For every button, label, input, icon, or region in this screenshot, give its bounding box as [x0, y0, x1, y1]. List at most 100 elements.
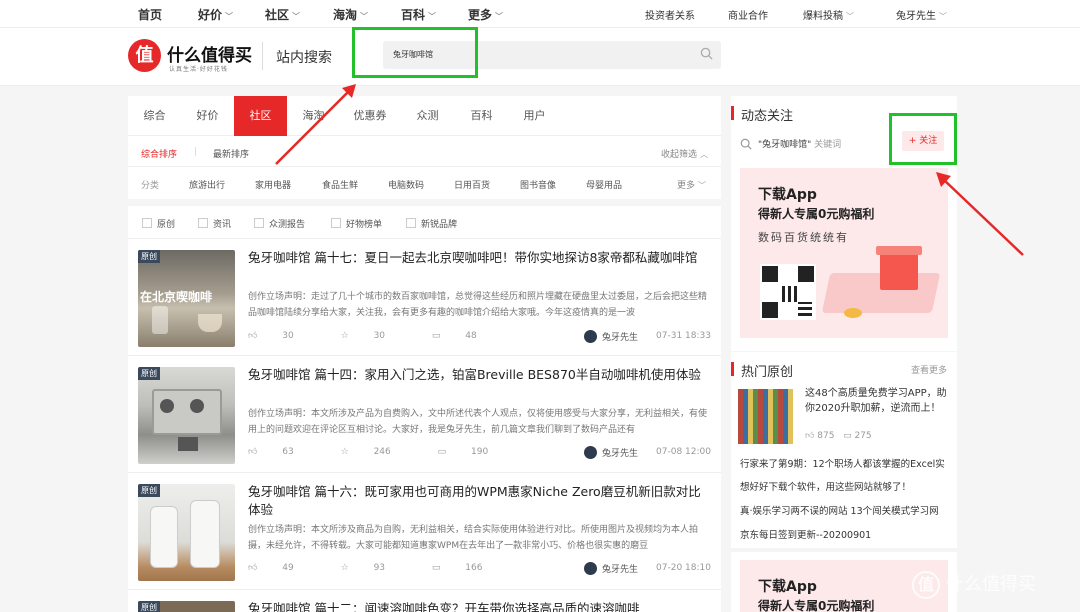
like-count: 63 — [282, 447, 294, 457]
nav-community[interactable]: 社区 ﹀ — [265, 6, 300, 23]
nav-user[interactable]: 兔牙先生 ﹀ — [896, 7, 947, 22]
filter-news[interactable]: 资讯 — [198, 217, 231, 230]
article-thumbnail[interactable]: 原创 — [138, 484, 235, 581]
comment-count: 48 — [465, 331, 477, 341]
category-travel[interactable]: 旅游出行 — [189, 178, 225, 191]
promo-line1: 下载App — [758, 187, 817, 203]
original-badge: 原创 — [138, 601, 160, 612]
thumbnail-caption: 在北京喫咖啡 — [140, 290, 213, 304]
filter-reviews[interactable]: 众测报告 — [254, 217, 305, 230]
tab-deals[interactable]: 好价 — [181, 96, 234, 136]
comment-stat[interactable]: ▭ 190 — [438, 447, 511, 457]
spacer — [128, 199, 721, 206]
category-daily[interactable]: 日用百货 — [454, 178, 490, 191]
cup-shape — [198, 314, 222, 332]
thumbs-up-icon: 👍︎ — [805, 431, 815, 441]
logo-text[interactable]: 什么值得买 — [167, 41, 252, 66]
tab-reviews[interactable]: 众测 — [400, 96, 455, 136]
article-thumbnail[interactable]: 原创 — [138, 601, 235, 612]
collapse-filter-label: 收起筛选 — [660, 150, 697, 160]
sort-latest[interactable]: 最新排序 — [213, 147, 249, 160]
filter-new-brands[interactable]: 新锐品牌 — [406, 217, 457, 230]
article-stats: 👍︎ 30 ☆ 30 ▭ 48 — [248, 331, 521, 341]
checkbox[interactable] — [406, 218, 416, 228]
nav-home[interactable]: 首页 — [138, 6, 162, 23]
article-date: 07-20 18:10 — [656, 563, 711, 573]
filter-original[interactable]: 原创 — [142, 217, 175, 230]
avatar[interactable] — [584, 446, 597, 459]
article-author[interactable]: 兔牙先生 — [584, 562, 638, 575]
hot-more-link[interactable]: 查看更多 — [911, 363, 947, 376]
filter-rankings[interactable]: 好物榜单 — [331, 217, 382, 230]
logo-icon[interactable]: 值 — [128, 39, 161, 72]
like-stat[interactable]: 👍︎ 30 — [248, 331, 316, 341]
category-row: 分类 旅游出行 家用电器 食品生鲜 电脑数码 日用百货 图书音像 母婴用品 更多… — [128, 168, 721, 199]
nav-more[interactable]: 更多 ﹀ — [468, 6, 503, 23]
star-stat[interactable]: ☆ 246 — [341, 447, 413, 457]
chevron-down-icon: ﹀ — [292, 12, 301, 21]
article-title[interactable]: 兔牙咖啡馆 篇十四：家用入门之选，铂富Breville BES870半自动咖啡机… — [248, 366, 708, 384]
article-title[interactable]: 兔牙咖啡馆 篇十二：闻速溶咖啡色变？开车带你选择高品质的速溶咖啡 — [248, 600, 708, 612]
follow-keyword: "兔牙咖啡馆" 关键词 — [740, 137, 841, 150]
article-item[interactable]: 原创 兔牙咖啡馆 篇十二：闻速溶咖啡色变？开车带你选择高品质的速溶咖啡 — [128, 589, 721, 612]
nav-wiki[interactable]: 百科 ﹀ — [401, 6, 436, 23]
like-stat[interactable]: 👍︎ 49 — [248, 563, 316, 573]
sort-bar: 综合排序 最新排序 收起筛选 ︿ — [128, 136, 721, 167]
site-search-label: 站内搜索 — [276, 50, 332, 66]
portafilter-shape — [178, 437, 198, 451]
comment-stat[interactable]: ▭ 48 — [432, 331, 499, 341]
chevron-down-icon: ﹀ — [428, 12, 437, 21]
hot-feature-title[interactable]: 这48个高质量免费学习APP，助你2020升职加薪，逆流而上！ — [805, 386, 951, 416]
checkbox[interactable] — [142, 218, 152, 228]
sort-overall[interactable]: 综合排序 — [141, 147, 177, 160]
avatar[interactable] — [584, 562, 597, 575]
checkbox[interactable] — [254, 218, 264, 228]
article-item[interactable]: 原创 兔牙咖啡馆 篇十六：既可家用也可商用的WPM惠家Niche Zero磨豆机… — [128, 472, 721, 589]
checkbox[interactable] — [331, 218, 341, 228]
article-item[interactable]: 在北京喫咖啡 原创 兔牙咖啡馆 篇十七：夏日一起去北京喫咖啡吧！带你实地探访8家… — [128, 238, 721, 355]
article-desc: 创作立场声明：本文所涉及商品为自购，无利益相关，结合实际使用体验进行对比。所使用… — [248, 525, 699, 551]
article-title[interactable]: 兔牙咖啡馆 篇十六：既可家用也可商用的WPM惠家Niche Zero磨豆机新旧款… — [248, 483, 708, 519]
article-author[interactable]: 兔牙先生 — [584, 446, 638, 459]
hot-list-item[interactable]: 真·娱乐学习两不误的网站 13个闯关模式学习网 — [740, 503, 939, 517]
article-item[interactable]: 原创 兔牙咖啡馆 篇十四：家用入门之选，铂富Breville BES870半自动… — [128, 355, 721, 472]
category-baby[interactable]: 母婴用品 — [586, 178, 622, 191]
tab-wiki[interactable]: 百科 — [455, 96, 508, 136]
like-stat[interactable]: 👍︎ 63 — [248, 447, 316, 457]
watermark-text: 什么值得买 — [946, 574, 1036, 595]
category-more[interactable]: 更多 ﹀ — [677, 178, 706, 191]
hot-thumbnail[interactable] — [738, 389, 793, 444]
app-promo-card[interactable]: 下载App 得新人专属0元购福利 数码百货统统有 — [740, 168, 948, 338]
filter-new-brands-label: 新锐品牌 — [421, 220, 458, 230]
avatar[interactable] — [584, 330, 597, 343]
tab-all[interactable]: 综合 — [128, 96, 181, 136]
nav-investor[interactable]: 投资者关系 — [645, 7, 695, 22]
gift-icon — [880, 250, 918, 290]
star-stat[interactable]: ☆ 30 — [341, 331, 407, 341]
nav-business[interactable]: 商业合作 — [728, 7, 768, 22]
category-digital[interactable]: 电脑数码 — [388, 178, 424, 191]
hot-list-item[interactable]: 京东每日签到更新--20200901 — [740, 527, 871, 541]
article-thumbnail[interactable]: 原创 — [138, 367, 235, 464]
checkbox[interactable] — [198, 218, 208, 228]
like-count: 49 — [282, 563, 294, 573]
article-thumbnail[interactable]: 在北京喫咖啡 原创 — [138, 250, 235, 347]
thumbs-up-icon: 👍︎ — [248, 563, 258, 573]
nav-deals[interactable]: 好价 ﹀ — [198, 6, 233, 23]
search-icon[interactable] — [700, 47, 713, 60]
nav-submit[interactable]: 爆料投稿 ﹀ — [803, 7, 854, 22]
hot-list-item[interactable]: 想好好下载个软件，用这些网站就够了！ — [740, 479, 911, 493]
category-books[interactable]: 图书音像 — [520, 178, 556, 191]
like-count: 875 — [817, 431, 835, 441]
tab-users[interactable]: 用户 — [508, 96, 561, 136]
article-title[interactable]: 兔牙咖啡馆 篇十七：夏日一起去北京喫咖啡吧！带你实地探访8家帝都私藏咖啡馆 — [248, 249, 708, 267]
comment-stat[interactable]: ▭ 166 — [432, 563, 505, 573]
nav-haitao[interactable]: 海淘 ﹀ — [333, 6, 368, 23]
hot-list-item[interactable]: 行家来了第9期：12个职场人都该掌握的Excel实 — [740, 456, 945, 470]
star-stat[interactable]: ☆ 93 — [341, 563, 407, 573]
collapse-filter[interactable]: 收起筛选 ︿ — [661, 147, 708, 160]
thumbs-up-icon: 👍︎ — [248, 331, 258, 341]
chevron-up-icon: ︿ — [700, 150, 708, 159]
original-badge: 原创 — [138, 367, 160, 380]
article-author[interactable]: 兔牙先生 — [584, 330, 638, 343]
